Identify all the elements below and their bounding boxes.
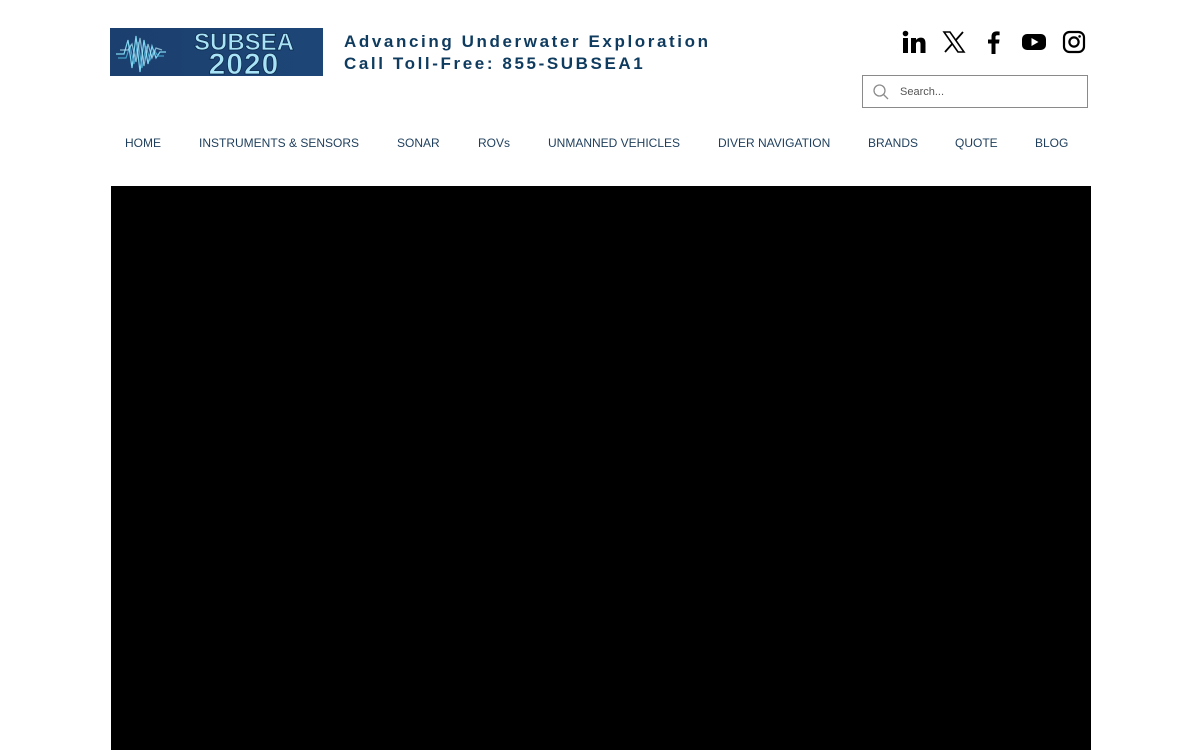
nav-item-home[interactable]: HOME: [125, 136, 161, 150]
instagram-icon[interactable]: [1058, 26, 1090, 58]
nav-item-unmanned-vehicles[interactable]: UNMANNED VEHICLES: [548, 136, 680, 150]
nav-item-blog[interactable]: BLOG: [1035, 136, 1068, 150]
x-icon[interactable]: [938, 26, 970, 58]
tagline-text: Advancing Underwater Exploration: [344, 32, 711, 51]
nav-item-brands[interactable]: BRANDS: [868, 136, 918, 150]
nav-item-instruments-sensors[interactable]: INSTRUMENTS & SENSORS: [199, 136, 359, 150]
hero-video[interactable]: [111, 186, 1091, 750]
nav-item-quote[interactable]: QUOTE: [955, 136, 998, 150]
header-tagline-block: Advancing Underwater Exploration Call To…: [344, 31, 711, 75]
nav-item-sonar[interactable]: SONAR: [397, 136, 440, 150]
logo-bottom-text: 2020: [209, 48, 280, 76]
site-search[interactable]: [862, 75, 1088, 108]
social-bar: [898, 26, 1090, 58]
nav-item-rovs[interactable]: ROVs: [478, 136, 510, 150]
search-icon: [872, 82, 892, 102]
phone-text: Call Toll-Free: 855-SUBSEA1: [344, 54, 646, 73]
linkedin-icon[interactable]: [898, 26, 930, 58]
search-input[interactable]: [900, 85, 1080, 98]
main-nav: HOME INSTRUMENTS & SENSORS SONAR ROVs UN…: [110, 130, 1091, 156]
nav-item-diver-navigation[interactable]: DIVER NAVIGATION: [718, 136, 830, 150]
logo-graphic: SUBSEA 2020: [116, 29, 294, 76]
subsea2020-logo[interactable]: SUBSEA 2020: [110, 28, 323, 76]
facebook-icon[interactable]: [978, 26, 1010, 58]
sonar-wave-icon: [116, 35, 166, 73]
youtube-icon[interactable]: [1018, 26, 1050, 58]
